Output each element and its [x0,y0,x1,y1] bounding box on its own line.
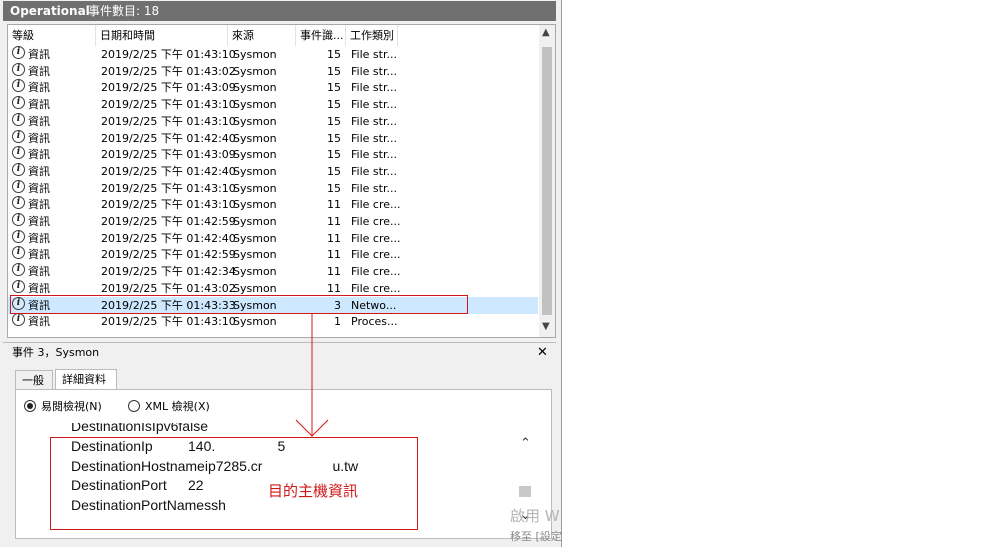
annotation-arrow-icon [295,314,329,437]
annotation-label: 目的主機資訊 [268,482,359,500]
